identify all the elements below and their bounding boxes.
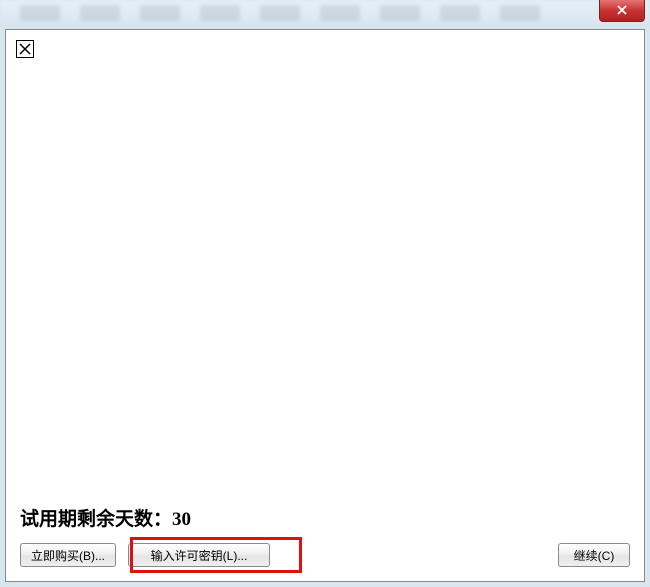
button-row: 立即购买(B)... 输入许可密钥(L)... 继续(C) [20,543,630,567]
close-icon [616,2,628,20]
window-close-button[interactable] [599,0,645,22]
broken-image-icon [16,40,34,58]
background-menu-blur [0,0,650,30]
trial-dialog: 试用期剩余天数：30 立即购买(B)... 输入许可密钥(L)... 继续(C) [5,29,645,582]
trial-days-label: 试用期剩余天数：30 [20,504,191,531]
trial-days-value: 30 [172,509,191,530]
buy-now-button[interactable]: 立即购买(B)... [20,543,116,567]
enter-license-button[interactable]: 输入许可密钥(L)... [128,543,270,567]
trial-label-text: 试用期剩余天数： [20,509,172,530]
continue-button[interactable]: 继续(C) [558,543,630,567]
